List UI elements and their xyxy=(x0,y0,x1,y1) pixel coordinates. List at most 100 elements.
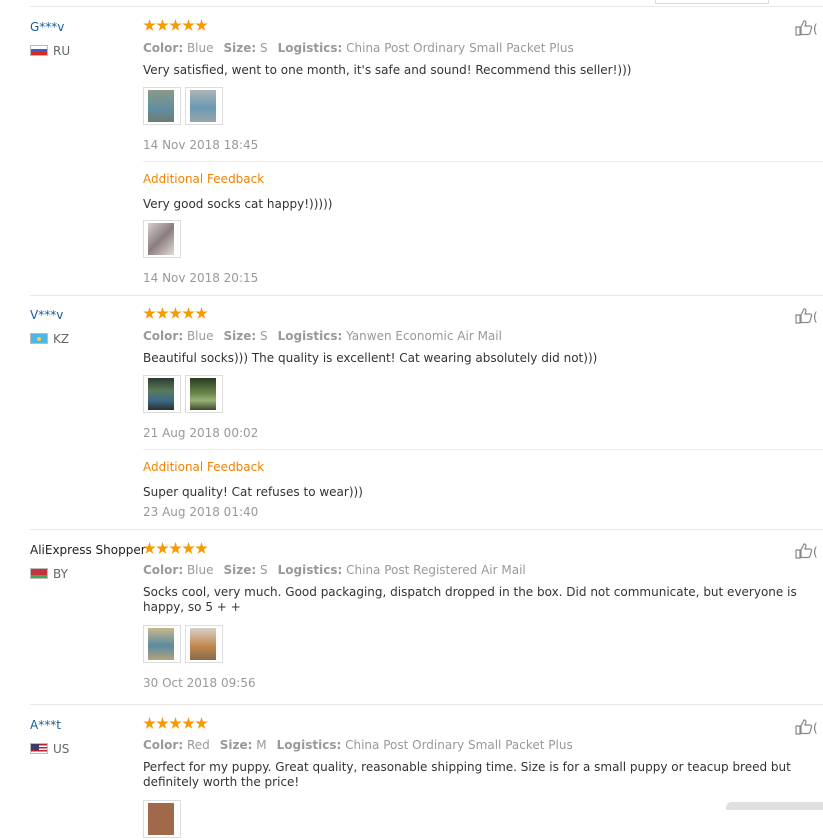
logistics-label: Logistics: xyxy=(277,329,343,343)
star-icon xyxy=(156,542,169,554)
country-code: KZ xyxy=(53,332,70,346)
review-meta: Color: Blue Size: S Logistics: Yanwen Econ… xyxy=(143,329,502,343)
color-value: Red xyxy=(186,738,210,752)
reviewer-country: RU xyxy=(30,44,71,58)
additional-photos xyxy=(143,220,185,260)
reviewer-name[interactable]: V***v xyxy=(30,308,63,322)
star-icon xyxy=(169,717,182,729)
photo-thumbnail[interactable] xyxy=(143,375,181,413)
logistics-label: Logistics: xyxy=(276,738,342,752)
review-photos xyxy=(143,375,227,415)
logistics-label: Logistics: xyxy=(277,41,343,55)
additional-feedback-date: 14 Nov 2018 20:15 xyxy=(143,271,259,285)
flag-icon xyxy=(30,743,48,754)
color-label: Color: xyxy=(143,329,184,343)
size-value: S xyxy=(260,41,268,55)
review-date: 30 Oct 2018 09:56 xyxy=(143,676,256,690)
flag-icon xyxy=(30,45,48,56)
size-value: M xyxy=(256,738,267,752)
flag-icon xyxy=(30,333,48,344)
size-label: Size: xyxy=(223,563,257,577)
photo-thumbnail[interactable] xyxy=(185,375,223,413)
reviewer-country: BY xyxy=(30,567,68,581)
photo-thumbnail[interactable] xyxy=(143,800,181,838)
star-icon xyxy=(169,542,182,554)
like-button[interactable]: ( xyxy=(795,543,823,559)
country-code: RU xyxy=(53,44,71,58)
reviewer-name[interactable]: AliExpress Shopper xyxy=(30,543,146,557)
like-button[interactable]: ( xyxy=(795,308,823,324)
thumbs-up-icon xyxy=(795,543,813,559)
star-icon xyxy=(156,717,169,729)
star-icon xyxy=(156,19,169,31)
star-icon xyxy=(195,717,208,729)
star-icon xyxy=(195,542,208,554)
star-icon xyxy=(143,19,156,31)
star-rating xyxy=(143,717,208,731)
logistics-value: China Post Ordinary Small Packet Plus xyxy=(345,738,573,752)
star-icon xyxy=(182,542,195,554)
color-label: Color: xyxy=(143,563,184,577)
star-icon xyxy=(143,542,156,554)
size-label: Size: xyxy=(219,738,253,752)
star-icon xyxy=(195,19,208,31)
country-code: US xyxy=(53,742,70,756)
color-value: Blue xyxy=(186,329,214,343)
color-value: Blue xyxy=(186,563,214,577)
thumbs-up-icon xyxy=(795,20,813,36)
review-date: 21 Aug 2018 00:02 xyxy=(143,426,259,440)
star-icon xyxy=(195,307,208,319)
logistics-value: Yanwen Economic Air Mail xyxy=(346,329,502,343)
review-meta: Color: Blue Size: S Logistics: China Post … xyxy=(143,563,526,577)
size-value: S xyxy=(260,563,268,577)
like-count: ( xyxy=(813,310,818,324)
star-icon xyxy=(182,307,195,319)
review-photos xyxy=(143,800,185,840)
additional-feedback-label: Additional Feedback xyxy=(143,460,265,474)
size-label: Size: xyxy=(223,41,257,55)
like-button[interactable]: ( xyxy=(795,20,823,36)
review-text: Very satisfied, went to one month, it's … xyxy=(143,63,632,77)
logistics-label: Logistics: xyxy=(277,563,343,577)
color-label: Color: xyxy=(143,41,184,55)
next-item-edge xyxy=(726,802,823,810)
star-icon xyxy=(169,307,182,319)
photo-thumbnail[interactable] xyxy=(185,625,223,663)
divider xyxy=(143,161,823,162)
divider xyxy=(143,449,823,450)
photo-thumbnail[interactable] xyxy=(143,87,181,125)
reviewer-name[interactable]: A***t xyxy=(30,718,61,732)
review-meta: Color: Blue Size: S Logistics: China Post … xyxy=(143,41,574,55)
review-photos xyxy=(143,87,227,127)
photo-thumbnail[interactable] xyxy=(143,220,181,258)
star-icon xyxy=(143,717,156,729)
star-rating xyxy=(143,19,208,33)
like-count: ( xyxy=(813,721,818,735)
photo-thumbnail[interactable] xyxy=(185,87,223,125)
like-button[interactable]: ( xyxy=(795,719,823,735)
flag-icon xyxy=(30,568,48,579)
size-value: S xyxy=(260,329,268,343)
logistics-value: China Post Ordinary Small Packet Plus xyxy=(346,41,574,55)
additional-feedback-label: Additional Feedback xyxy=(143,172,265,186)
review-divider xyxy=(30,529,823,530)
country-code: BY xyxy=(53,567,68,581)
sort-control-edge[interactable] xyxy=(655,0,769,4)
star-icon xyxy=(182,19,195,31)
additional-feedback-date: 23 Aug 2018 01:40 xyxy=(143,505,259,519)
star-rating xyxy=(143,307,208,321)
reviewer-country: US xyxy=(30,742,70,756)
color-label: Color: xyxy=(143,738,184,752)
like-count: ( xyxy=(813,22,818,36)
photo-thumbnail[interactable] xyxy=(143,625,181,663)
thumbs-up-icon xyxy=(795,719,813,735)
star-icon xyxy=(143,307,156,319)
review-text: Beautiful socks))) The quality is excell… xyxy=(143,351,598,365)
like-count: ( xyxy=(813,545,818,559)
star-rating xyxy=(143,542,208,556)
reviewer-name[interactable]: G***v xyxy=(30,20,64,34)
color-value: Blue xyxy=(186,41,214,55)
star-icon xyxy=(169,19,182,31)
review-divider xyxy=(30,704,823,705)
logistics-value: China Post Registered Air Mail xyxy=(346,563,526,577)
